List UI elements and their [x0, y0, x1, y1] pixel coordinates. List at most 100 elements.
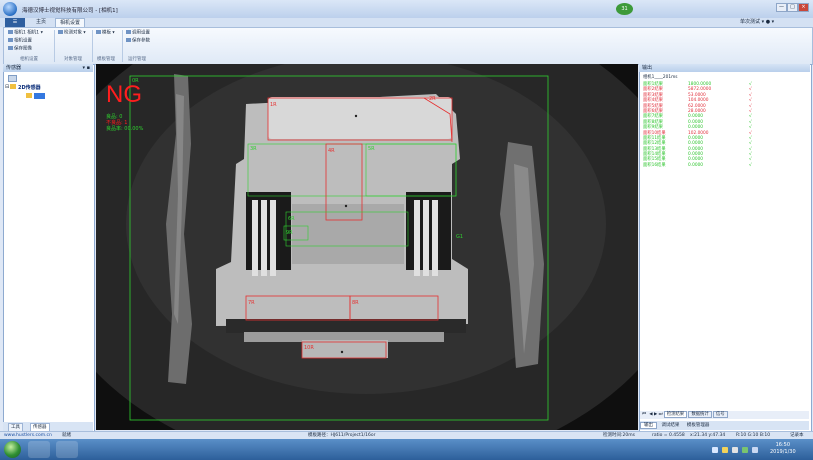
nav-next-icon[interactable]: ▶	[654, 412, 657, 417]
output-row-value: 0.0000	[688, 162, 704, 168]
tree-expand-icon[interactable]: ⊟	[5, 84, 9, 90]
output-header: 相机1____201ms	[643, 75, 678, 80]
roi-label: G1	[456, 234, 463, 240]
tab-home[interactable]: 主页	[32, 18, 50, 27]
roi-label: 4R	[328, 148, 335, 154]
camera-select-dropdown[interactable]: 相机1 相机1 ▾	[8, 30, 43, 37]
detect-object-button[interactable]: 检测对象 ▾	[58, 30, 86, 37]
roi-label: 9R	[286, 230, 293, 236]
tab-detect-results[interactable]: 检测结果	[663, 411, 688, 418]
tab-template-manager[interactable]: 模板管理器	[684, 423, 713, 428]
nav-first-icon[interactable]: ⏮	[640, 412, 648, 417]
ribbon-group-label: 运行管理	[128, 57, 146, 62]
output-row-name: 面积16结果	[643, 162, 666, 168]
output-nav-tabs: ⏮ ◀ ▶ ⏭ 检测结果 数据统计 信号	[640, 411, 809, 419]
settings-icon	[8, 38, 13, 42]
save-icon	[126, 38, 131, 42]
taskbar-app-vision-icon[interactable]	[56, 441, 78, 458]
right-rib	[423, 200, 429, 276]
defect-spot	[340, 350, 344, 354]
close-button[interactable]: ×	[798, 3, 809, 12]
save-params-button[interactable]: 保存参数	[126, 38, 150, 45]
window-title: 海德汉博士视觉科技有限公司 - [相机1]	[22, 8, 118, 14]
defect-spot	[344, 204, 348, 208]
ribbon-tab-row	[0, 18, 813, 27]
status-badge: 31	[616, 3, 633, 15]
template-button[interactable]: 模板 ▾	[96, 30, 115, 37]
minimize-button[interactable]: —	[776, 3, 787, 12]
start-button-icon[interactable]	[4, 441, 21, 458]
center-recess	[292, 204, 404, 264]
camera-settings-button[interactable]: 相机设置	[8, 38, 32, 45]
output-bottom-tabs: 输出 调试结果 模板管理器	[640, 421, 809, 430]
left-rib	[261, 200, 267, 276]
ribbon-separator	[122, 30, 123, 62]
roi-label: 6R	[288, 216, 295, 222]
output-row[interactable]: 面积16结果 0.0000 √	[643, 163, 803, 168]
tray-network-icon[interactable]	[712, 447, 718, 453]
tray-warning-icon[interactable]	[722, 447, 728, 453]
object-icon	[58, 30, 63, 34]
ribbon-panel	[3, 27, 813, 65]
ribbon-group-label: 相机设置	[20, 57, 38, 62]
roi-label: 7R	[248, 300, 255, 306]
left-rib	[252, 200, 258, 276]
roi-label: 3R	[250, 146, 257, 152]
run-mode-dropdown[interactable]: 单次测试 ▾ ● ▾	[740, 18, 774, 27]
folder-icon	[10, 84, 16, 89]
defect-spot	[354, 114, 358, 118]
taskbar-app-folder-icon[interactable]	[28, 441, 50, 458]
result-text: NG	[106, 81, 142, 108]
panel-pin-icon[interactable]: ▾ ▪	[83, 64, 94, 72]
output-row-flag: √	[749, 162, 752, 168]
file-menu-button[interactable]: ☰	[5, 18, 25, 27]
clock-time: 16:50	[775, 442, 791, 448]
taskbar-clock[interactable]: 16:50 2019/1/30	[770, 442, 796, 456]
run-settings-button[interactable]: 调用设置	[126, 30, 150, 37]
tree-item-camera-selected[interactable]	[34, 93, 45, 99]
toolbar-icon[interactable]	[8, 75, 17, 82]
ribbon-separator	[54, 30, 55, 62]
clock-date: 2019/1/30	[770, 449, 796, 455]
left-rib	[270, 200, 276, 276]
ribbon-group-label: 对象管理	[64, 57, 82, 62]
tray-volume-icon[interactable]	[732, 447, 738, 453]
inspection-image: 0R 1R 2R 3R 4R 5R 6R 7R 8R 9R 10R G1 NG …	[96, 64, 638, 430]
ribbon-separator	[92, 30, 93, 62]
output-list: 面积1结果 1800.0000 √ 面积2结果 5872.0000 √ 面积3结果 53.00…	[643, 82, 803, 168]
bad-count: 不良品: 1	[106, 119, 127, 126]
roi-label: 1R	[270, 102, 277, 108]
yield-rate: 良品率: 00.00%	[106, 125, 144, 132]
sensor-panel	[3, 64, 95, 432]
nav-last-icon[interactable]: ⏭	[659, 412, 663, 417]
folder-icon	[26, 93, 32, 98]
tab-output[interactable]: 输出	[640, 422, 657, 429]
component-top-face	[268, 97, 452, 139]
image-viewport[interactable]: 0R 1R 2R 3R 4R 5R 6R 7R 8R 9R 10R G1 NG …	[96, 64, 638, 430]
tray-app-icon[interactable]	[742, 447, 748, 453]
tab-debug-results[interactable]: 调试结果	[658, 423, 682, 428]
good-count: 良品: 0	[106, 113, 122, 120]
maximize-button[interactable]: □	[787, 3, 798, 12]
tree-item-2d-sensor[interactable]: 2D传感器	[18, 84, 41, 91]
output-panel-title: 输出	[639, 64, 810, 72]
bottom-slot	[226, 319, 466, 333]
bottom-tab	[302, 340, 388, 358]
save-image-button[interactable]: 保存图像	[8, 46, 32, 53]
tray-input-icon[interactable]	[752, 447, 758, 453]
nav-prev-icon[interactable]: ◀	[649, 412, 652, 417]
taskbar	[0, 439, 813, 460]
roi-label: 5R	[368, 146, 375, 152]
tab-data-stats[interactable]: 数据统计	[688, 411, 712, 418]
tab-signal[interactable]: 信号	[713, 411, 728, 418]
run-icon	[126, 30, 131, 34]
title-bar	[0, 0, 813, 18]
right-rib	[414, 200, 420, 276]
template-icon	[96, 30, 101, 34]
camera-icon	[8, 30, 13, 34]
sensor-panel-title: 传感器 ▾ ▪	[3, 64, 93, 72]
app-logo-icon[interactable]	[3, 2, 17, 16]
save-icon	[8, 46, 13, 50]
roi-label: 8R	[352, 300, 359, 306]
roi-label: 2R	[429, 96, 436, 102]
